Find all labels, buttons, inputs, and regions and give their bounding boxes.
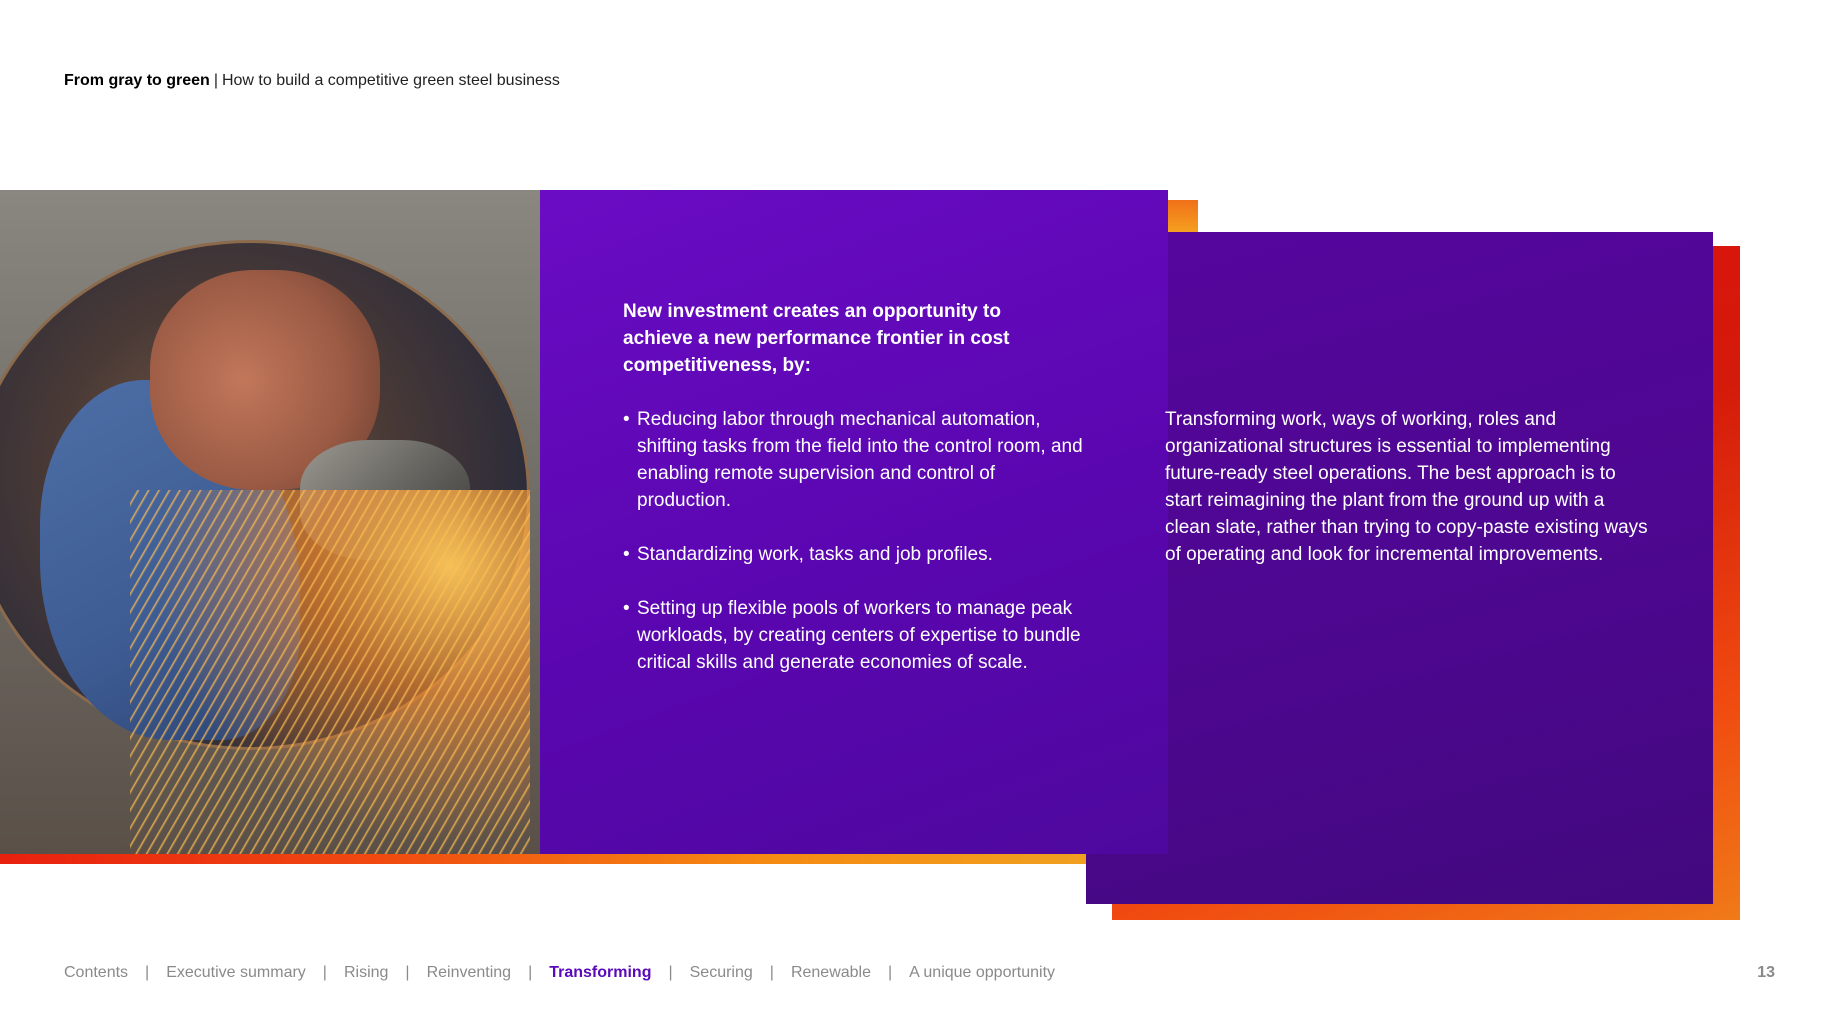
nav-divider: | — [405, 964, 410, 981]
nav-divider: | — [888, 964, 893, 981]
photo-sparks — [130, 490, 530, 854]
bullet-list: Reducing labor through mechanical automa… — [623, 406, 1093, 703]
footer-link-rising[interactable]: Rising — [344, 964, 388, 982]
decorative-orange-notch — [1168, 200, 1198, 232]
page-number: 13 — [1757, 964, 1775, 981]
lead-statement: New investment creates an opportunity to… — [623, 301, 1010, 376]
bullet-item: Standardizing work, tasks and job profil… — [623, 541, 1093, 568]
bullet-item: Reducing labor through mechanical automa… — [623, 406, 1093, 514]
footer-link-contents[interactable]: Contents — [64, 964, 128, 982]
nav-divider: | — [668, 964, 673, 981]
header-separator: | — [213, 72, 218, 89]
nav-divider: | — [769, 964, 774, 981]
document-title: From gray to green — [64, 72, 210, 89]
purple-panel-right — [1086, 232, 1713, 904]
footer-link-renewable[interactable]: Renewable — [791, 964, 871, 982]
nav-divider: | — [322, 964, 327, 981]
footer-link-transforming[interactable]: Transforming — [549, 964, 651, 982]
footer-navigation: Contents | Executive summary | Rising | … — [64, 964, 1055, 982]
footer-link-a-unique-opportunity[interactable]: A unique opportunity — [909, 964, 1055, 982]
document-header: From gray to green | How to build a compet… — [64, 72, 560, 90]
document-subtitle: How to build a competitive green steel b… — [221, 72, 560, 89]
bullet-item: Setting up flexible pools of workers to … — [623, 595, 1093, 676]
nav-divider: | — [145, 964, 150, 981]
footer-link-reinventing[interactable]: Reinventing — [427, 964, 512, 982]
footer-link-securing[interactable]: Securing — [690, 964, 753, 982]
footer-link-executive-summary[interactable]: Executive summary — [166, 964, 306, 982]
right-column-paragraph: Transforming work, ways of working, role… — [1165, 409, 1648, 565]
nav-divider: | — [528, 964, 533, 981]
welder-photo — [0, 190, 540, 854]
